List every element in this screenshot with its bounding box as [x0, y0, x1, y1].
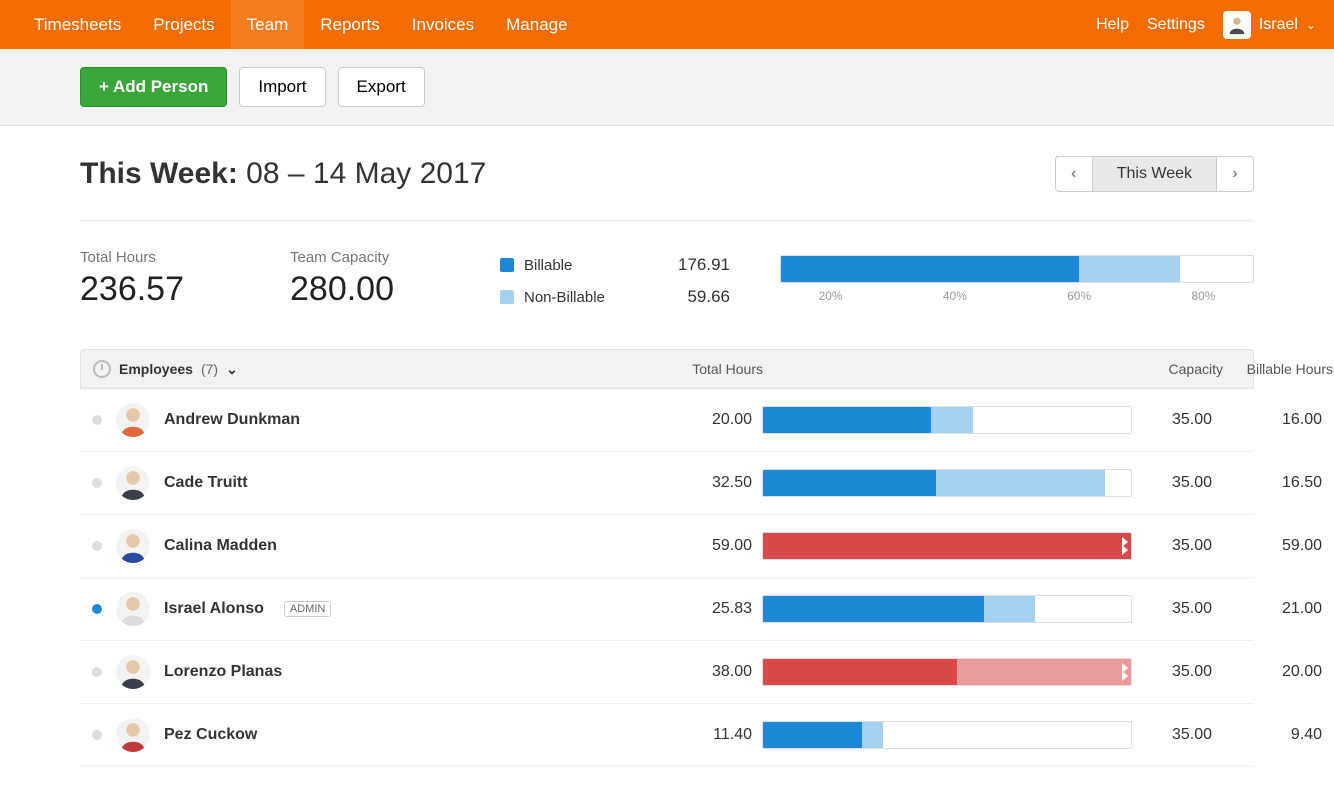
nav-invoices[interactable]: Invoices [396, 0, 490, 49]
employees-column-toggle[interactable]: Employees (7) ⌄ [93, 360, 613, 378]
chevron-down-icon: ⌄ [226, 361, 238, 378]
status-dot-icon [92, 478, 102, 488]
column-total-hours: Total Hours [613, 361, 763, 377]
total-hours-label: Total Hours [80, 249, 240, 266]
status-dot-icon [92, 667, 102, 677]
billable-cell: 9.40 [1222, 726, 1332, 744]
summary-metrics: Total Hours 236.57 Team Capacity 280.00 … [80, 249, 1254, 309]
chevron-down-icon: ⌄ [1306, 18, 1316, 32]
employee-name: Pez Cuckow [164, 726, 257, 744]
team-capacity-bar [780, 255, 1254, 283]
employee-name: Israel Alonso [164, 600, 264, 618]
nonbillable-value: 59.66 [687, 287, 730, 307]
period-selector[interactable]: This Week [1093, 156, 1216, 192]
clock-icon [93, 360, 111, 378]
billable-label: Billable [524, 257, 572, 274]
table-row[interactable]: Cade Truitt32.5035.0016.50 [80, 452, 1254, 515]
next-period-button[interactable]: › [1216, 156, 1254, 192]
total-hours-cell: 32.50 [612, 474, 762, 492]
total-hours-cell: 25.83 [612, 600, 762, 618]
employee-name: Cade Truitt [164, 474, 248, 492]
add-person-button[interactable]: +Add Person [80, 67, 227, 107]
hours-bar [762, 532, 1132, 560]
billable-cell: 16.50 [1222, 474, 1332, 492]
period-nav: ‹ This Week › [1055, 156, 1254, 192]
billable-swatch-icon [500, 258, 514, 272]
avatar [1223, 11, 1251, 39]
capacity-cell: 35.00 [1132, 726, 1222, 744]
capacity-cell: 35.00 [1132, 537, 1222, 555]
total-hours-cell: 59.00 [612, 537, 762, 555]
employee-name: Calina Madden [164, 537, 277, 555]
hours-bar [762, 721, 1132, 749]
total-hours-value: 236.57 [80, 270, 240, 309]
billable-cell: 20.00 [1222, 663, 1332, 681]
export-button[interactable]: Export [338, 67, 425, 107]
avatar [116, 655, 150, 689]
capacity-cell: 35.00 [1132, 411, 1222, 429]
import-button[interactable]: Import [239, 67, 325, 107]
employee-name: Lorenzo Planas [164, 663, 282, 681]
table-row[interactable]: Calina Madden59.0035.0059.00 [80, 515, 1254, 578]
hours-bar [762, 469, 1132, 497]
total-hours-cell: 38.00 [612, 663, 762, 681]
nav-team[interactable]: Team [231, 0, 305, 49]
status-dot-icon [92, 730, 102, 740]
capacity-cell: 35.00 [1132, 600, 1222, 618]
overflow-indicator-icon [1122, 533, 1132, 559]
table-row[interactable]: Lorenzo Planas38.0035.0020.00 [80, 641, 1254, 704]
nav-reports[interactable]: Reports [304, 0, 396, 49]
hours-bar [762, 658, 1132, 686]
billable-value: 176.91 [678, 255, 730, 275]
user-name: Israel [1259, 16, 1298, 34]
column-capacity: Capacity [1133, 361, 1223, 377]
avatar [116, 403, 150, 437]
avatar [116, 466, 150, 500]
page-title: This Week: 08 – 14 May 2017 [80, 157, 486, 191]
table-row[interactable]: Israel AlonsoADMIN25.8335.0021.00 [80, 578, 1254, 641]
capacity-cell: 35.00 [1132, 474, 1222, 492]
capacity-cell: 35.00 [1132, 663, 1222, 681]
billable-cell: 59.00 [1222, 537, 1332, 555]
employee-name: Andrew Dunkman [164, 411, 300, 429]
hours-bar [762, 595, 1132, 623]
team-capacity-label: Team Capacity [290, 249, 450, 266]
nav-timesheets[interactable]: Timesheets [18, 0, 137, 49]
overflow-indicator-icon [1122, 659, 1132, 685]
avatar [116, 529, 150, 563]
table-row[interactable]: Pez Cuckow11.4035.009.40 [80, 704, 1254, 767]
nonbillable-label: Non-Billable [524, 289, 605, 306]
nav-projects[interactable]: Projects [137, 0, 230, 49]
column-billable: Billable Hours [1223, 361, 1333, 377]
billable-cell: 16.00 [1222, 411, 1332, 429]
status-dot-icon [92, 415, 102, 425]
nonbillable-swatch-icon [500, 290, 514, 304]
nav-manage[interactable]: Manage [490, 0, 583, 49]
table-row[interactable]: Andrew Dunkman20.0035.0016.00 [80, 389, 1254, 452]
settings-link[interactable]: Settings [1147, 16, 1205, 34]
action-toolbar: +Add Person Import Export [0, 49, 1334, 126]
top-nav: TimesheetsProjectsTeamReportsInvoicesMan… [0, 0, 1334, 49]
prev-period-button[interactable]: ‹ [1055, 156, 1093, 192]
total-hours-cell: 20.00 [612, 411, 762, 429]
avatar [116, 718, 150, 752]
help-link[interactable]: Help [1096, 16, 1129, 34]
total-hours-cell: 11.40 [612, 726, 762, 744]
billable-cell: 21.00 [1222, 600, 1332, 618]
status-dot-icon [92, 541, 102, 551]
user-menu[interactable]: Israel ⌄ [1223, 11, 1316, 39]
team-capacity-value: 280.00 [290, 270, 450, 309]
admin-badge: ADMIN [284, 601, 331, 617]
table-header: Employees (7) ⌄ Total Hours Capacity Bil… [80, 349, 1254, 389]
avatar [116, 592, 150, 626]
status-dot-icon [92, 604, 102, 614]
hours-bar [762, 406, 1132, 434]
